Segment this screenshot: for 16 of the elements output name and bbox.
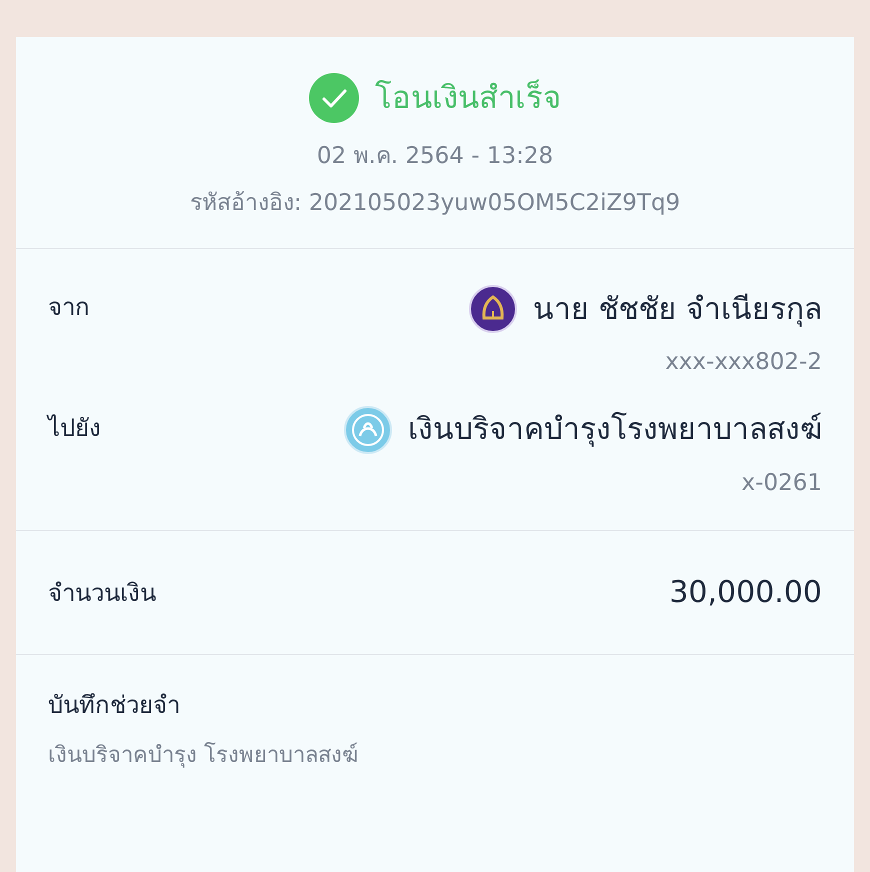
bell-logo-icon	[468, 285, 517, 333]
amount-value: 30,000.00	[669, 574, 822, 612]
account-name: นาย ชัชชัย จำเนียรกุล	[532, 290, 822, 329]
status-title: โอนเงินสำเร็จ	[375, 78, 561, 118]
memo-text: เงินบริจาคบำรุง โรงพยาบาลสงฆ์	[48, 741, 359, 770]
transfer-datetime: 02 พ.ค. 2564 - 13:28	[316, 142, 554, 171]
account-number: xxx-xxx802-2	[665, 348, 822, 377]
party-label: จาก	[48, 292, 90, 323]
memo-label: บันทึกช่วยจำ	[48, 690, 181, 721]
bank-logo-icon	[344, 406, 392, 454]
account-name: เงินบริจาคบำรุงโรงพยาบาลสงฆ์	[408, 410, 822, 449]
party-label: ไปยัง	[48, 412, 101, 444]
reference-code: รหัสอ้างอิง: 202105023yuw05OM5C2iZ9Tq9	[190, 188, 680, 218]
account-number: x-0261	[742, 468, 822, 498]
check-icon	[309, 73, 359, 123]
amount-label: จำนวนเงิน	[48, 578, 156, 608]
